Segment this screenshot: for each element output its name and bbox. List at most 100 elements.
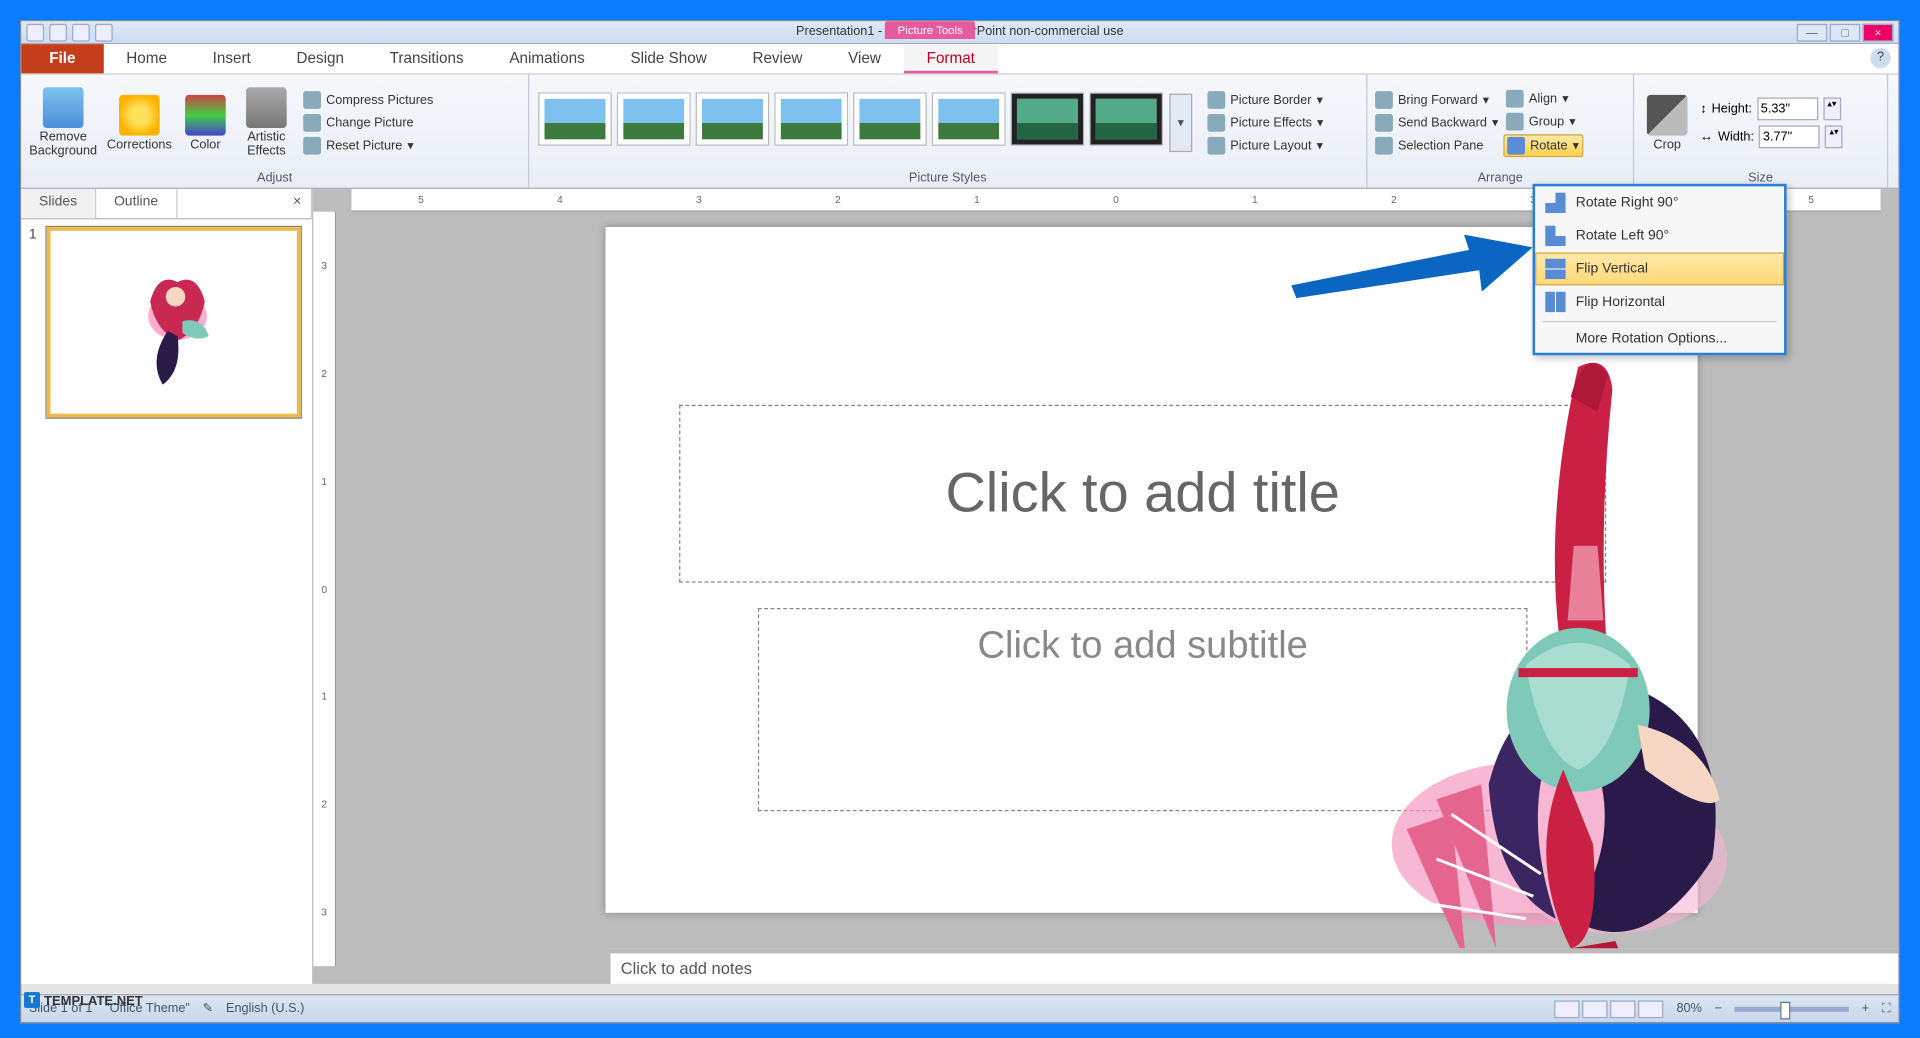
status-bar: Slide 1 of 1 "Office Theme" ✎ English (U… xyxy=(21,994,1898,1022)
menu-separator xyxy=(1543,321,1777,322)
flip-horizontal-item[interactable]: Flip Horizontal xyxy=(1535,285,1784,318)
group-icon xyxy=(1506,113,1524,131)
reset-picture-button[interactable]: Reset Picture ▾ xyxy=(301,136,436,156)
watermark-logo-icon: T xyxy=(24,992,40,1008)
tab-review[interactable]: Review xyxy=(730,44,826,73)
quick-access-toolbar[interactable] xyxy=(26,23,112,41)
flip-vertical-item[interactable]: Flip Vertical xyxy=(1535,252,1784,285)
tab-format[interactable]: Format xyxy=(904,44,998,73)
border-icon xyxy=(1207,91,1225,109)
tab-home[interactable]: Home xyxy=(103,44,189,73)
height-icon: ↕ xyxy=(1700,102,1706,116)
tab-transitions[interactable]: Transitions xyxy=(367,44,487,73)
align-icon xyxy=(1506,90,1524,108)
annotation-arrow xyxy=(1291,235,1532,299)
style-thumb[interactable] xyxy=(933,94,1004,145)
fit-slide-button[interactable]: ⛶ xyxy=(1882,1002,1891,1016)
watermark: T TEMPLATE.NET xyxy=(24,992,143,1008)
width-spinner[interactable]: ▴▾ xyxy=(1825,125,1843,148)
bring-forward-button[interactable]: Bring Forward ▾ xyxy=(1373,90,1501,110)
group-label-picture-styles: Picture Styles xyxy=(534,169,1361,188)
align-button[interactable]: Align ▾ xyxy=(1503,89,1582,109)
height-spinner[interactable]: ▴▾ xyxy=(1823,97,1841,120)
gallery-more-button[interactable]: ▾ xyxy=(1169,94,1192,152)
notes-pane[interactable]: Click to add notes xyxy=(611,948,1899,984)
picture-effects-button[interactable]: Picture Effects ▾ xyxy=(1205,113,1326,133)
close-window-button[interactable]: × xyxy=(1863,23,1893,41)
remove-background-button[interactable]: Remove Background xyxy=(26,78,100,167)
width-icon: ↔ xyxy=(1700,130,1713,144)
layout-icon xyxy=(1207,137,1225,155)
tab-animations[interactable]: Animations xyxy=(486,44,607,73)
slide-number: 1 xyxy=(29,227,42,417)
rotate-right-item[interactable]: Rotate Right 90° xyxy=(1535,186,1784,219)
slides-tab[interactable]: Slides xyxy=(21,189,96,218)
tab-insert[interactable]: Insert xyxy=(190,44,274,73)
compress-pictures-button[interactable]: Compress Pictures xyxy=(301,90,436,110)
vertical-ruler: 3210123 xyxy=(313,212,336,966)
change-picture-button[interactable]: Change Picture xyxy=(301,113,436,133)
zoom-slider[interactable] xyxy=(1735,1006,1849,1011)
style-thumb[interactable] xyxy=(854,94,925,145)
flip-horizontal-icon xyxy=(1545,292,1565,312)
style-thumb[interactable] xyxy=(618,94,689,145)
color-icon xyxy=(185,94,226,135)
rotate-menu: Rotate Right 90° Rotate Left 90° Flip Ve… xyxy=(1533,184,1787,355)
picture-layout-button[interactable]: Picture Layout ▾ xyxy=(1205,136,1326,156)
compress-icon xyxy=(303,91,321,109)
reset-picture-icon xyxy=(303,137,321,155)
tab-design[interactable]: Design xyxy=(274,44,367,73)
group-label-adjust: Adjust xyxy=(26,169,523,188)
close-panel-button[interactable]: × xyxy=(275,189,312,218)
flip-vertical-icon xyxy=(1545,259,1565,279)
help-button[interactable]: ? xyxy=(1870,48,1890,68)
rotate-left-icon xyxy=(1545,226,1565,246)
slide-panel: Slides Outline × 1 xyxy=(21,189,313,984)
rotate-right-icon xyxy=(1545,193,1565,213)
selection-pane-icon xyxy=(1375,137,1393,155)
width-input[interactable] xyxy=(1759,125,1820,148)
tab-file[interactable]: File xyxy=(21,44,103,73)
inserted-picture[interactable] xyxy=(1025,322,1920,1008)
effects-icon xyxy=(1207,114,1225,132)
artistic-effects-icon xyxy=(246,87,287,128)
picture-border-button[interactable]: Picture Border ▾ xyxy=(1205,90,1326,110)
more-rotation-item[interactable]: More Rotation Options... xyxy=(1535,325,1784,353)
style-thumb[interactable] xyxy=(697,94,768,145)
maximize-button[interactable]: □ xyxy=(1830,23,1860,41)
view-buttons[interactable] xyxy=(1555,1000,1664,1018)
remove-background-icon xyxy=(43,87,84,128)
rotate-icon xyxy=(1507,137,1525,155)
ribbon-tabs: Picture Tools File Home Insert Design Tr… xyxy=(21,44,1898,74)
selection-pane-button[interactable]: Selection Pane xyxy=(1373,136,1501,156)
rotate-left-item[interactable]: Rotate Left 90° xyxy=(1535,219,1784,252)
tab-view[interactable]: View xyxy=(825,44,903,73)
status-language[interactable]: English (U.S.) xyxy=(226,1002,304,1016)
minimize-button[interactable]: — xyxy=(1797,23,1827,41)
corrections-button[interactable]: Corrections xyxy=(103,78,177,167)
corrections-icon xyxy=(119,94,160,135)
crop-button[interactable]: Crop xyxy=(1639,78,1695,167)
picture-styles-gallery: ▾ xyxy=(534,89,1197,158)
tab-slideshow[interactable]: Slide Show xyxy=(608,44,730,73)
color-button[interactable]: Color xyxy=(179,78,232,167)
status-spellcheck-icon[interactable]: ✎ xyxy=(203,1002,214,1016)
outline-tab[interactable]: Outline xyxy=(96,189,177,218)
rotate-button[interactable]: Rotate ▾ xyxy=(1503,134,1582,157)
bring-forward-icon xyxy=(1375,91,1393,109)
height-input[interactable] xyxy=(1757,97,1818,120)
style-thumb[interactable] xyxy=(1091,94,1162,145)
style-thumb[interactable] xyxy=(539,94,610,145)
crop-icon xyxy=(1647,94,1688,135)
zoom-level[interactable]: 80% xyxy=(1676,1002,1701,1016)
width-label: Width: xyxy=(1718,130,1754,144)
send-backward-button[interactable]: Send Backward ▾ xyxy=(1373,113,1501,133)
group-button[interactable]: Group ▾ xyxy=(1503,111,1582,131)
slide-thumbnail-item[interactable]: 1 xyxy=(29,227,305,417)
fairy-thumbnail-image xyxy=(127,263,229,390)
style-thumb[interactable] xyxy=(776,94,847,145)
artistic-effects-button[interactable]: Artistic Effects xyxy=(235,78,299,167)
context-tab-picture-tools: Picture Tools xyxy=(885,21,976,39)
height-label: Height: xyxy=(1712,102,1752,116)
style-thumb[interactable] xyxy=(1012,94,1083,145)
